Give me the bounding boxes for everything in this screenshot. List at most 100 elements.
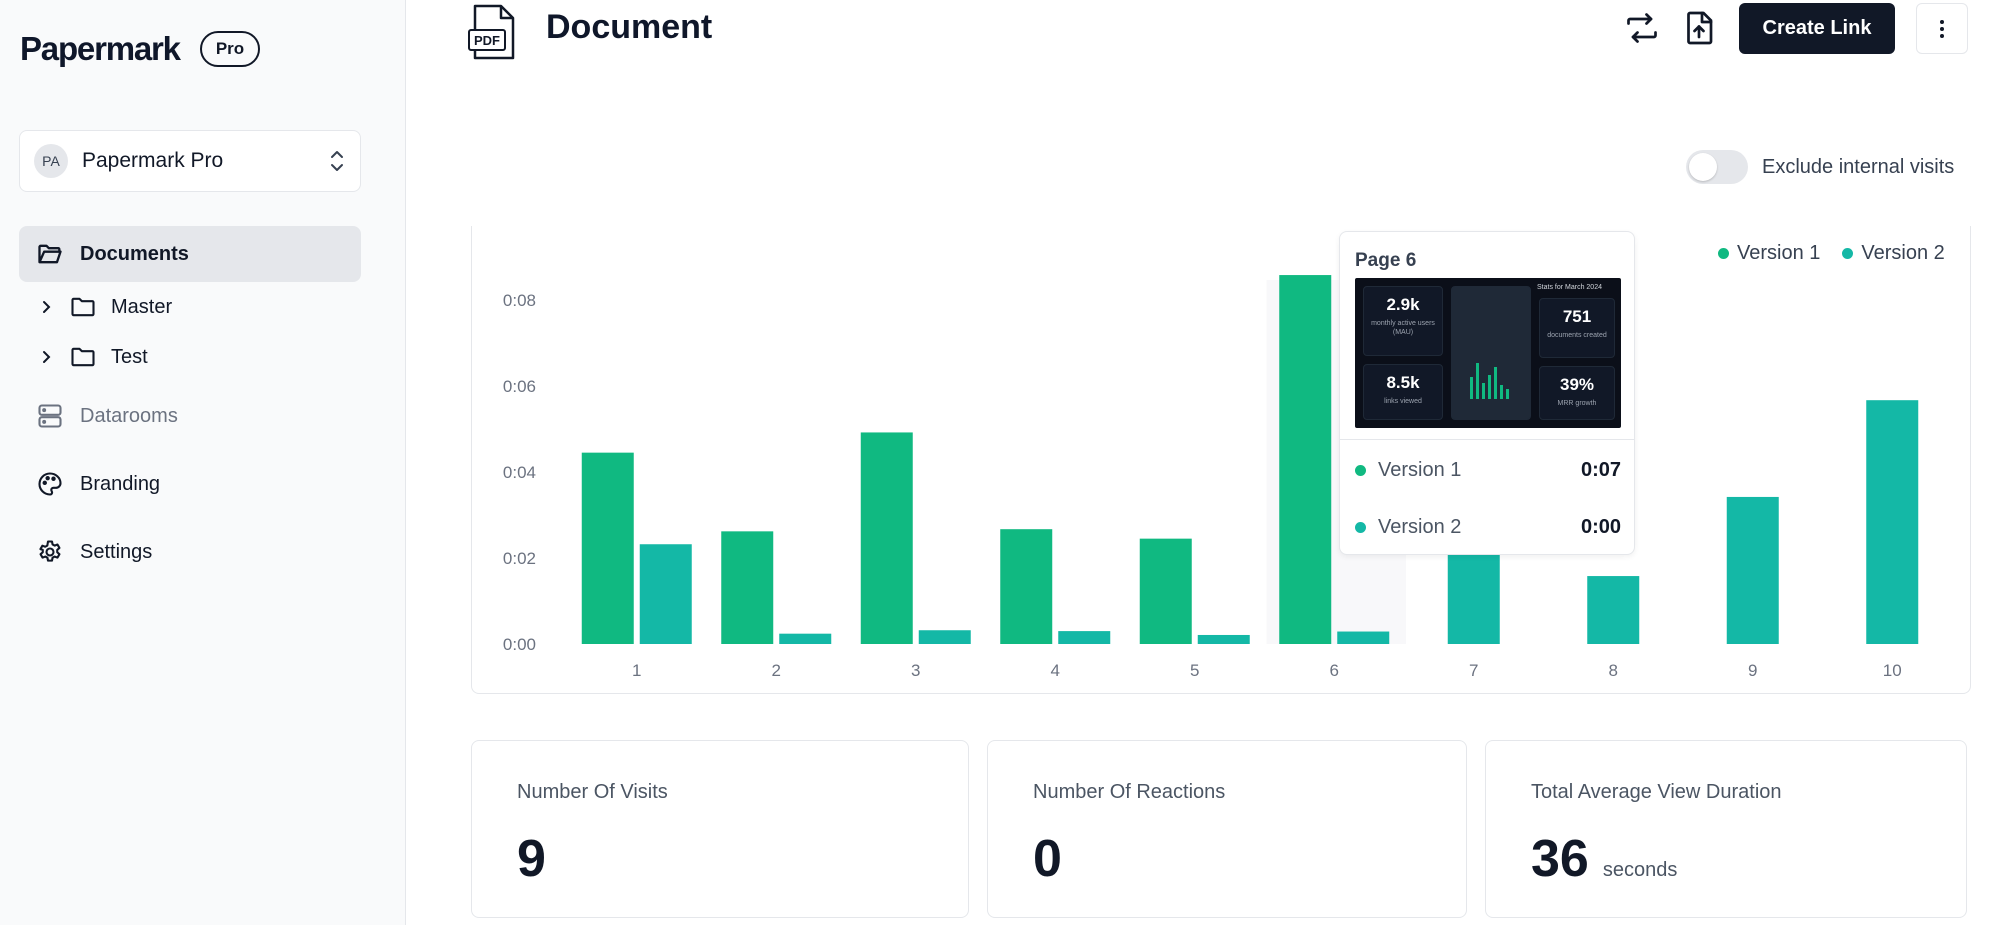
sidebar-item-label: Datarooms bbox=[80, 404, 178, 427]
stat-label: Number Of Reactions bbox=[1033, 781, 1226, 803]
stat-label: Number Of Visits bbox=[517, 781, 668, 803]
sidebar-item-datarooms[interactable]: Datarooms bbox=[19, 388, 361, 444]
bar-1-page-6[interactable] bbox=[1279, 275, 1332, 644]
thumb-mini-chart bbox=[1451, 286, 1531, 420]
more-options-button[interactable] bbox=[1916, 3, 1968, 54]
sidebar-item-settings[interactable]: Settings bbox=[19, 524, 361, 580]
chevron-right-icon bbox=[43, 301, 51, 313]
bar-1-page-5[interactable] bbox=[1139, 538, 1192, 644]
exclude-internal-visits: Exclude internal visits bbox=[1686, 150, 1954, 184]
folder-label: Test bbox=[111, 345, 148, 368]
bar-2-page-1[interactable] bbox=[639, 544, 692, 644]
tooltip-series-name: Version 2 bbox=[1378, 516, 1462, 538]
legend-item-version-1[interactable]: Version 1 bbox=[1718, 242, 1820, 265]
team-selector[interactable]: PA Papermark Pro bbox=[19, 130, 361, 192]
folder-open-icon bbox=[38, 244, 62, 264]
create-link-button[interactable]: Create Link bbox=[1739, 3, 1895, 54]
x-tick-label: 1 bbox=[632, 661, 641, 680]
more-vertical-icon bbox=[1940, 19, 1944, 38]
chevrons-up-down-icon bbox=[331, 151, 343, 171]
x-tick-label: 8 bbox=[1609, 661, 1618, 680]
stat-value: 9 bbox=[517, 830, 546, 888]
bar-1-page-1[interactable] bbox=[581, 452, 634, 644]
plan-badge: Pro bbox=[199, 31, 261, 67]
tooltip-row-version-1: Version 1 0:07 bbox=[1355, 459, 1621, 482]
bar-2-page-3[interactable] bbox=[918, 630, 971, 644]
y-tick-label: 0:04 bbox=[503, 463, 536, 482]
bar-2-page-8[interactable] bbox=[1587, 576, 1640, 644]
tooltip-dot bbox=[1355, 522, 1366, 533]
folder-list: Master Test bbox=[19, 282, 361, 382]
y-tick-label: 0:00 bbox=[503, 635, 536, 654]
bar-1-page-4[interactable] bbox=[1000, 529, 1053, 644]
stat-unit: seconds bbox=[1602, 859, 1678, 881]
brand-logo-text: Papermark bbox=[20, 30, 181, 67]
legend-label: Version 1 bbox=[1737, 242, 1821, 264]
x-tick-label: 3 bbox=[911, 661, 920, 680]
sidebar-item-documents[interactable]: Documents bbox=[19, 226, 361, 282]
bar-2-page-7[interactable] bbox=[1447, 552, 1500, 644]
sidebar-item-label: Branding bbox=[80, 472, 161, 495]
team-avatar: PA bbox=[34, 144, 68, 178]
stat-value-wrap: 36 seconds bbox=[1531, 829, 1677, 889]
stat-value-wrap: 9 bbox=[517, 829, 546, 889]
legend-dot bbox=[1842, 248, 1854, 259]
stat-card-visits: Number Of Visits 9 bbox=[471, 740, 969, 918]
bar-2-page-10[interactable] bbox=[1866, 400, 1919, 644]
upload-version-button[interactable] bbox=[1679, 8, 1719, 48]
folder-label: Master bbox=[111, 295, 173, 318]
bar-1-page-2[interactable] bbox=[721, 531, 774, 644]
thumb-card-docs: 751 documents created bbox=[1539, 298, 1615, 358]
legend-dot bbox=[1718, 248, 1729, 259]
y-tick-label: 0:08 bbox=[503, 291, 536, 310]
pdf-file-icon: PDF bbox=[468, 4, 515, 60]
stat-value: 36 bbox=[1531, 830, 1589, 888]
x-tick-label: 7 bbox=[1469, 661, 1478, 680]
exclude-internal-toggle[interactable] bbox=[1686, 150, 1748, 184]
legend-label: Version 2 bbox=[1861, 242, 1945, 264]
page-duration-chart: 0:00 0:02 0:04 0:06 0:08 1 2 3 4 5 6 7 8 9 10 bbox=[503, 275, 1919, 680]
bar-2-page-2[interactable] bbox=[779, 633, 832, 644]
thumb-bars bbox=[1470, 363, 1509, 399]
tooltip-series-value: 0:07 bbox=[1580, 459, 1621, 481]
gear-icon bbox=[39, 540, 61, 562]
bar-2-page-9[interactable] bbox=[1726, 496, 1779, 644]
sidebar-item-branding[interactable]: Branding bbox=[19, 456, 361, 512]
stat-label: Total Average View Duration bbox=[1531, 781, 1782, 803]
tooltip-series-value: 0:00 bbox=[1580, 516, 1621, 538]
server-icon bbox=[38, 404, 62, 428]
sidebar: Papermark Pro PA Papermark Pro Documents… bbox=[0, 0, 406, 925]
x-tick-label: 2 bbox=[772, 661, 781, 680]
tooltip-dot bbox=[1355, 465, 1366, 476]
palette-icon bbox=[38, 472, 62, 496]
x-tick-label: 9 bbox=[1748, 661, 1757, 680]
bar-2-page-5[interactable] bbox=[1197, 634, 1250, 644]
replace-document-button[interactable] bbox=[1622, 8, 1662, 48]
bar-2-page-4[interactable] bbox=[1058, 631, 1111, 644]
thumb-docs-value: 751 bbox=[1562, 307, 1592, 326]
x-tick-label: 6 bbox=[1330, 661, 1339, 680]
bar-1-page-3[interactable] bbox=[860, 432, 913, 644]
legend-item-version-2[interactable]: Version 2 bbox=[1842, 242, 1945, 265]
chart-legend: Version 1 Version 2 bbox=[1718, 242, 1945, 265]
toggle-knob bbox=[1689, 153, 1717, 181]
sidebar-nav: Documents Master Test Datarooms Branding bbox=[19, 226, 361, 592]
page-thumbnail: 2.9k monthly active users (MAU) 8.5k lin… bbox=[1355, 278, 1621, 428]
folder-icon bbox=[71, 297, 95, 317]
folder-item-master[interactable]: Master bbox=[19, 282, 361, 332]
bar-2-page-6[interactable] bbox=[1337, 631, 1390, 644]
sidebar-item-label: Documents bbox=[80, 242, 189, 265]
x-tick-label: 4 bbox=[1051, 661, 1060, 680]
folder-icon bbox=[71, 347, 95, 367]
y-tick-label: 0:02 bbox=[503, 549, 536, 568]
repeat-arrows-icon bbox=[1627, 13, 1657, 43]
brand[interactable]: Papermark Pro bbox=[20, 30, 261, 68]
toggle-label: Exclude internal visits bbox=[1762, 155, 1955, 178]
doc-type-label: PDF bbox=[474, 33, 500, 48]
thumb-mau-label: monthly active users (MAU) bbox=[1371, 320, 1435, 336]
thumb-card-mau: 2.9k monthly active users (MAU) bbox=[1363, 286, 1443, 356]
stat-value: 0 bbox=[1033, 830, 1062, 888]
folder-item-test[interactable]: Test bbox=[19, 332, 361, 382]
page-title: Document bbox=[546, 8, 713, 46]
tooltip-title: Page 6 bbox=[1355, 250, 1417, 271]
